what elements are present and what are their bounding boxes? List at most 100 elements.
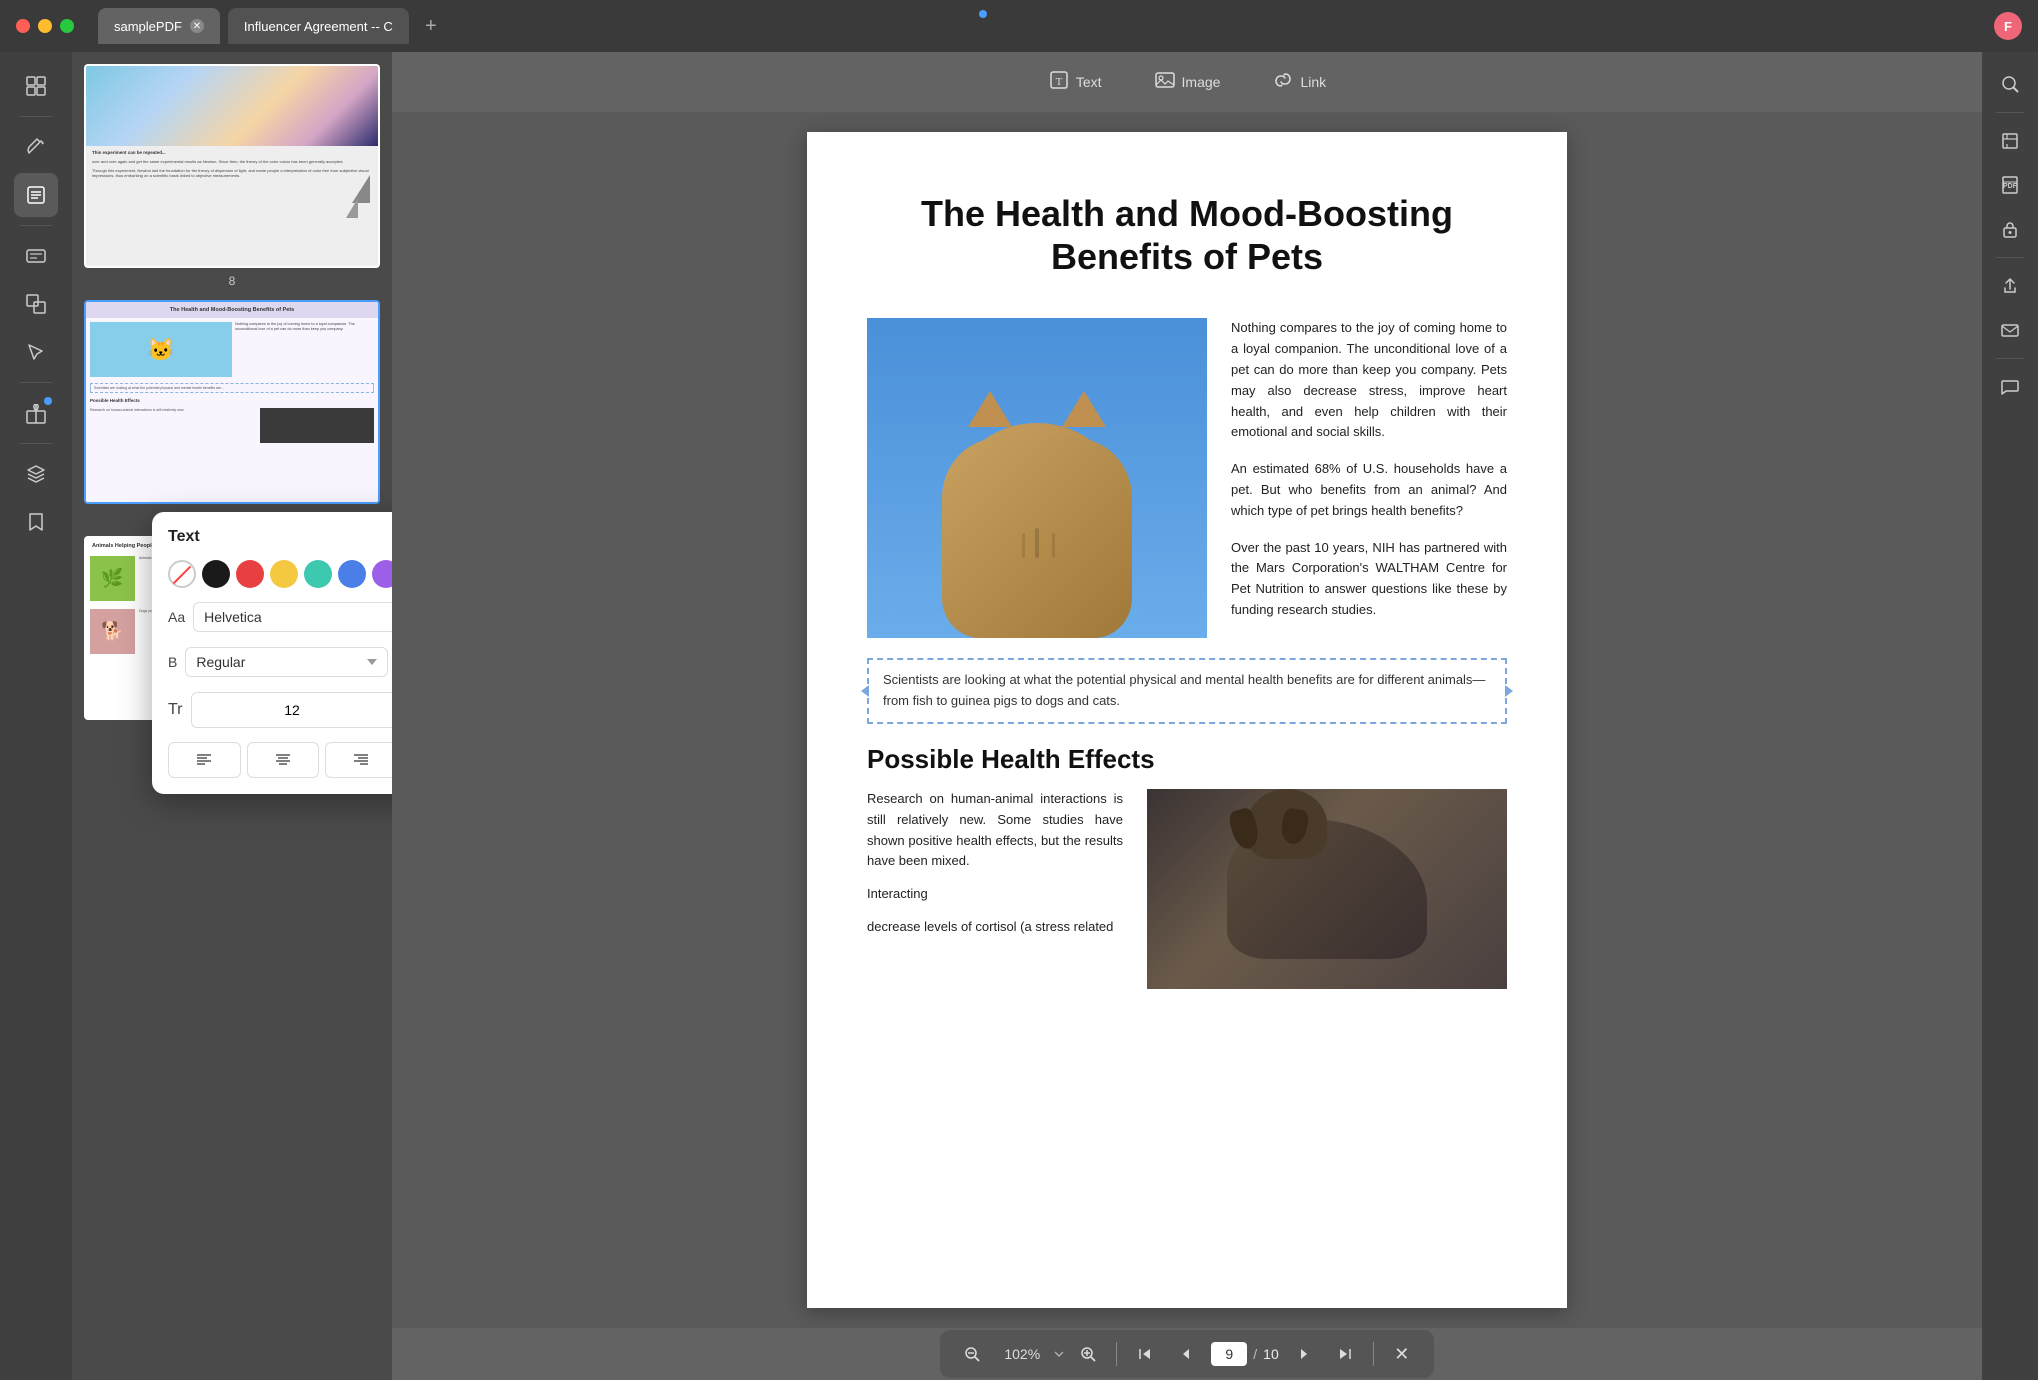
user-avatar[interactable]: F — [1994, 12, 2022, 40]
nav-separator-1 — [1116, 1342, 1117, 1366]
next-page-button[interactable] — [1285, 1336, 1321, 1372]
svg-text:PDF: PDF — [2003, 183, 2018, 190]
bottom-nav: 102% — [392, 1328, 1982, 1380]
sidebar-icon-annotate[interactable] — [14, 173, 58, 217]
thumbnail-img-9: The Health and Mood-Boosting Benefits of… — [86, 302, 378, 502]
tab-influencer[interactable]: Influencer Agreement -- C — [228, 8, 409, 44]
zoom-out-button[interactable] — [954, 1336, 990, 1372]
size-row: Tr 12 − + — [168, 692, 392, 728]
size-input-wrap: 12 — [191, 692, 392, 728]
traffic-lights — [16, 19, 74, 33]
fullscreen-window-button[interactable] — [60, 19, 74, 33]
pdf-area: T Text Image — [392, 52, 1982, 1380]
thumbnail-page-8[interactable]: This experiment can be repeated... over … — [84, 64, 380, 288]
last-page-button[interactable] — [1327, 1336, 1363, 1372]
color-swatch-teal[interactable] — [304, 560, 332, 588]
color-swatch-red[interactable] — [236, 560, 264, 588]
right-icon-scan[interactable] — [1990, 121, 2030, 161]
zoom-dropdown-icon[interactable] — [1054, 1351, 1064, 1357]
pdf-bottom-row: Research on human-animal interactions is… — [867, 789, 1507, 989]
thumbnail-img-8: This experiment can be repeated... over … — [86, 66, 378, 266]
link-tool-label: Link — [1300, 74, 1326, 90]
align-row — [168, 742, 392, 778]
sidebar-icon-gift[interactable] — [14, 391, 58, 435]
color-swatch-yellow[interactable] — [270, 560, 298, 588]
font-row: Aa Helvetica Arial Times New Roman — [168, 602, 392, 632]
sidebar-icon-transform[interactable] — [14, 282, 58, 326]
image-tool-icon — [1154, 69, 1176, 96]
pdf-section-para-2: Interacting — [867, 884, 1123, 905]
tab-close-button[interactable]: ✕ — [190, 19, 204, 33]
font-aa-label: Aa — [168, 609, 185, 625]
toolbar-link-button[interactable]: Link — [1258, 63, 1340, 102]
sidebar-divider-3 — [20, 382, 52, 383]
right-icon-lock[interactable] — [1990, 209, 2030, 249]
right-icon-search[interactable] — [1990, 64, 2030, 104]
sidebar-icon-forms[interactable] — [14, 234, 58, 278]
color-swatch-transparent[interactable] — [168, 560, 196, 588]
thumbnail-page-9-frame: The Health and Mood-Boosting Benefits of… — [84, 300, 380, 504]
right-icon-mail[interactable] — [1990, 310, 2030, 350]
right-divider-1 — [1996, 112, 2024, 113]
align-right-button[interactable] — [325, 742, 392, 778]
text-tool-label: Text — [1076, 74, 1102, 90]
sidebar-divider-2 — [20, 225, 52, 226]
close-window-button[interactable] — [16, 19, 30, 33]
sidebar-icon-highlight[interactable] — [14, 125, 58, 169]
nav-separator-2 — [1373, 1342, 1374, 1366]
pdf-text-column: Nothing compares to the joy of coming ho… — [1231, 318, 1507, 638]
toolbar-image-button[interactable]: Image — [1140, 63, 1235, 102]
style-row: B Regular Bold Italic B I — [168, 644, 392, 680]
prev-page-button[interactable] — [1169, 1336, 1205, 1372]
nav-close-button[interactable]: ✕ — [1384, 1336, 1420, 1372]
right-icon-comment[interactable] — [1990, 367, 2030, 407]
color-swatch-purple[interactable] — [372, 560, 392, 588]
tab-label: samplePDF — [114, 19, 182, 34]
total-pages: 10 — [1263, 1346, 1279, 1362]
left-sidebar — [0, 52, 72, 1380]
text-tool-icon: T — [1048, 69, 1070, 96]
title-bar: samplePDF ✕ Influencer Agreement -- C + … — [0, 0, 2038, 52]
align-center-button[interactable] — [247, 742, 320, 778]
pdf-section-title: Possible Health Effects — [867, 744, 1507, 775]
color-swatch-blue[interactable] — [338, 560, 366, 588]
pdf-section-para-3: decrease levels of cortisol (a stress re… — [867, 917, 1123, 938]
sidebar-icon-select[interactable] — [14, 330, 58, 374]
color-swatch-black[interactable] — [202, 560, 230, 588]
sidebar-divider-1 — [20, 116, 52, 117]
tab-samplepdf[interactable]: samplePDF ✕ — [98, 8, 220, 44]
right-icon-share[interactable] — [1990, 266, 2030, 306]
first-page-button[interactable] — [1127, 1336, 1163, 1372]
pdf-main-content: Nothing compares to the joy of coming ho… — [867, 318, 1507, 638]
add-tab-button[interactable]: + — [417, 12, 445, 40]
svg-text:T: T — [1055, 76, 1062, 88]
selected-text-content: Scientists are looking at what the poten… — [883, 670, 1491, 712]
sidebar-icon-layers[interactable] — [14, 452, 58, 496]
pdf-page: The Health and Mood-Boosting Benefits of… — [807, 132, 1567, 1308]
font-select[interactable]: Helvetica Arial Times New Roman — [193, 602, 392, 632]
pdf-title: The Health and Mood-Boosting Benefits of… — [867, 192, 1507, 278]
zoom-value: 102% — [996, 1346, 1048, 1362]
minimize-window-button[interactable] — [38, 19, 52, 33]
pdf-paragraph-1: Nothing compares to the joy of coming ho… — [1231, 318, 1507, 443]
popup-title: Text — [168, 528, 392, 546]
right-icon-pdf[interactable]: PDF — [1990, 165, 2030, 205]
app-body: This experiment can be repeated... over … — [0, 52, 2038, 1380]
sidebar-icon-thumbnails[interactable] — [14, 64, 58, 108]
image-tool-label: Image — [1182, 74, 1221, 90]
thumbnail-page-9[interactable]: The Health and Mood-Boosting Benefits of… — [84, 300, 380, 524]
right-divider-2 — [1996, 257, 2024, 258]
sidebar-icon-bookmark[interactable] — [14, 500, 58, 544]
align-left-button[interactable] — [168, 742, 241, 778]
toolbar-text-button[interactable]: T Text — [1034, 63, 1116, 102]
selected-text-box[interactable]: Scientists are looking at what the poten… — [867, 658, 1507, 724]
size-input[interactable]: 12 — [192, 696, 392, 724]
current-page-input[interactable] — [1211, 1342, 1247, 1366]
text-popup: Text Aa — [152, 512, 392, 794]
pdf-content[interactable]: The Health and Mood-Boosting Benefits of… — [392, 112, 1982, 1328]
link-tool-icon — [1272, 69, 1294, 96]
pdf-cat-image — [867, 318, 1207, 638]
size-tr-label: Tr — [168, 701, 183, 719]
weight-select[interactable]: Regular Bold Italic — [185, 647, 388, 677]
zoom-in-button[interactable] — [1070, 1336, 1106, 1372]
